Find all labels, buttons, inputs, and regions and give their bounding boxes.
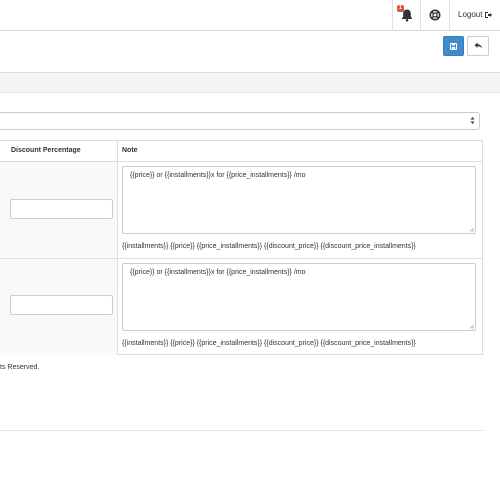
column-header-note: Note — [122, 147, 138, 154]
notification-badge: 1 — [397, 5, 404, 12]
table-divider — [0, 258, 482, 259]
logout-link[interactable]: Logout — [458, 10, 493, 19]
table-divider — [0, 161, 482, 162]
save-button[interactable] — [443, 36, 464, 56]
template-select[interactable] — [0, 112, 480, 130]
top-navbar — [0, 0, 500, 31]
note-textarea[interactable]: {{price}} or {{installments}}x for {{pri… — [122, 166, 476, 234]
discount-percentage-input[interactable] — [10, 295, 113, 315]
panel-heading — [0, 73, 500, 93]
table-divider — [117, 141, 118, 354]
floppy-disk-icon — [450, 42, 457, 50]
resize-grip-icon[interactable] — [469, 227, 474, 232]
sign-out-icon — [485, 11, 493, 18]
note-textarea[interactable]: {{price}} or {{installments}}x for {{pri… — [122, 263, 476, 331]
navbar-divider — [420, 0, 421, 31]
discount-percentage-input[interactable] — [10, 199, 113, 219]
footer-copyright: ts Reserved. — [0, 364, 40, 371]
navbar-divider — [449, 0, 450, 31]
note-text: {{price}} or {{installments}}x for {{pri… — [130, 172, 306, 179]
back-button[interactable] — [467, 36, 489, 56]
note-text: {{price}} or {{installments}}x for {{pri… — [130, 269, 306, 276]
reply-arrow-icon — [474, 42, 482, 49]
template-variables: {{installments}} {{price}} {{price_insta… — [122, 243, 416, 250]
help-lifering-icon[interactable] — [429, 9, 441, 21]
navbar-divider — [392, 0, 393, 31]
logout-label: Logout — [458, 10, 483, 19]
footer-divider — [0, 430, 484, 431]
page-toolbar — [0, 31, 500, 73]
resize-grip-icon[interactable] — [469, 324, 474, 329]
select-caret-icon — [470, 116, 475, 125]
column-header-discount-percentage: Discount Percentage — [11, 147, 81, 154]
template-variables: {{installments}} {{price}} {{price_insta… — [122, 340, 416, 347]
installments-table: Discount Percentage Note {{price}} or {{… — [0, 140, 483, 355]
